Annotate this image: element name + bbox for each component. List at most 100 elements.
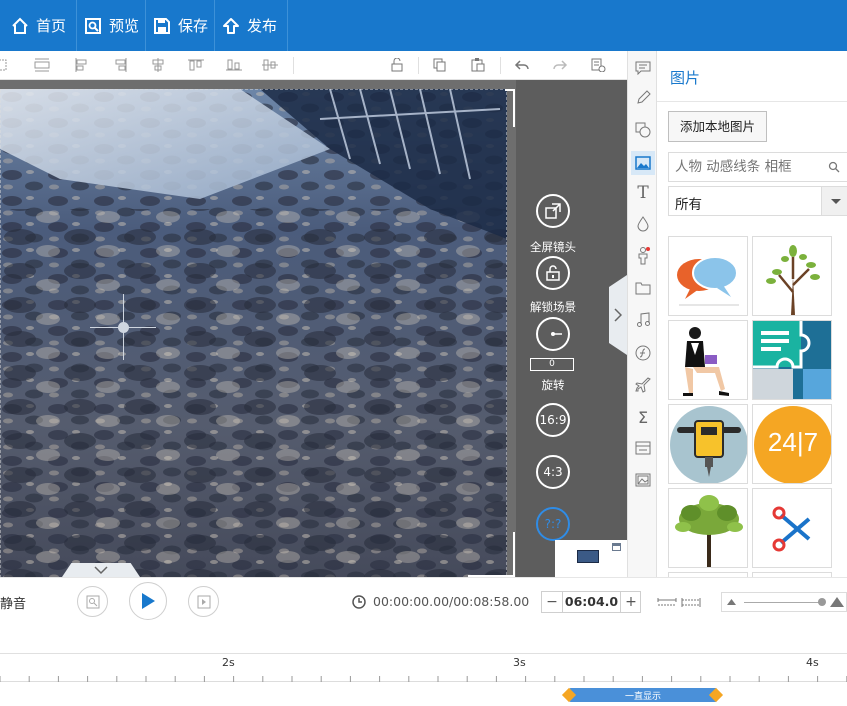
save-button[interactable]: 保存 (146, 0, 215, 51)
formula-icon[interactable] (634, 344, 652, 362)
image-thumb-businesswoman[interactable] (668, 320, 748, 400)
timeline-compress-icon[interactable] (657, 596, 677, 608)
music-icon[interactable] (634, 311, 652, 329)
character-icon[interactable] (634, 247, 652, 265)
redo-icon[interactable] (552, 58, 568, 72)
paste-icon[interactable] (470, 58, 486, 72)
image-search-input[interactable] (675, 158, 815, 176)
align-left-icon[interactable] (74, 58, 90, 72)
zoom-in-icon[interactable] (830, 597, 844, 607)
image-thumb-scissors[interactable] (752, 488, 832, 568)
category-select[interactable]: 所有 (668, 186, 847, 216)
timeline-zoom-slider[interactable] (721, 592, 847, 612)
image-thumb-speech-bubbles[interactable] (668, 236, 748, 316)
upload-icon (221, 16, 241, 36)
duration-value[interactable]: 06:04.0 (564, 594, 619, 609)
save-icon (152, 16, 172, 36)
mute-toggle[interactable]: 静音 (0, 593, 26, 612)
tree-icon (766, 245, 820, 315)
duration-increase-button[interactable]: + (620, 592, 641, 612)
category-select-value: 所有 (675, 197, 702, 213)
timeline-clip[interactable]: 一直显示 (569, 688, 717, 702)
align-middle-icon[interactable] (262, 58, 278, 72)
image-icon[interactable] (631, 151, 655, 175)
rotate-value[interactable]: 0 (530, 358, 574, 371)
ruler-ticks (0, 676, 847, 682)
copy-icon[interactable] (432, 58, 448, 72)
distribute-icon[interactable] (34, 58, 50, 72)
add-local-image-button[interactable]: 添加本地图片 (668, 111, 767, 142)
timeline-ruler: 2s 3s 4s (0, 654, 847, 682)
align-top-icon[interactable] (188, 58, 204, 72)
image-thumb-tree-green[interactable] (668, 488, 748, 568)
dropdown-toggle[interactable] (821, 187, 847, 215)
timeline-clip-label: 一直显示 (624, 692, 661, 702)
pencil-icon[interactable] (634, 89, 652, 107)
crosshair-center-handle[interactable] (118, 322, 129, 333)
next-scene-button[interactable] (188, 586, 219, 617)
leafy-tree-icon (675, 495, 743, 567)
align-right-icon[interactable] (112, 58, 128, 72)
play-icon (142, 593, 155, 609)
background-image-icon[interactable] (634, 471, 652, 489)
duration-stepper[interactable]: − 06:04.0 + (541, 591, 641, 613)
folder-icon[interactable] (634, 279, 652, 297)
speech-bubble-icon[interactable] (634, 59, 652, 77)
timeline-expand-icon[interactable] (681, 596, 701, 608)
publish-label: 发布 (247, 17, 278, 35)
tick-label-4s: 4s (806, 656, 819, 669)
undo-icon[interactable] (514, 58, 530, 72)
tick-label-2s: 2s (222, 656, 235, 669)
minimap-viewport (577, 550, 599, 563)
ratio-custom-button[interactable]: ?:? (536, 507, 570, 541)
duration-decrease-button[interactable]: − (542, 592, 563, 612)
jackhammer-icon (670, 406, 747, 483)
preview-label: 预览 (109, 17, 140, 35)
home-button[interactable]: 首页 (0, 0, 77, 51)
sum-icon[interactable]: Σ (634, 408, 652, 427)
rotate-dial[interactable] (536, 317, 570, 351)
zoom-slider-thumb[interactable] (818, 598, 826, 606)
align-bottom-icon[interactable] (226, 58, 242, 72)
image-thumb-puzzle[interactable] (752, 320, 832, 400)
collapse-timeline-button[interactable] (62, 563, 140, 577)
unlock-scene-button[interactable] (536, 256, 570, 290)
image-thumb-tree[interactable] (752, 236, 832, 316)
text-icon[interactable]: T (634, 183, 652, 203)
color-drop-icon[interactable] (634, 215, 652, 233)
image-search-box[interactable] (668, 152, 847, 182)
scene-minimap[interactable] (555, 540, 627, 577)
align-center-icon[interactable] (150, 58, 166, 72)
template-icon[interactable] (634, 439, 652, 457)
layer-settings-icon[interactable] (590, 58, 606, 72)
thumb-247-label: 24|7 (767, 427, 819, 457)
save-label: 保存 (178, 17, 209, 35)
preview-button[interactable]: 预览 (77, 0, 146, 51)
zoom-out-icon[interactable] (727, 599, 736, 605)
airplane-icon[interactable] (634, 376, 652, 394)
home-icon (10, 16, 30, 36)
scissors-icon (772, 506, 811, 552)
zoom-preview-button[interactable] (77, 586, 108, 617)
camera-controls: 全屏镜头 解锁场景 0 旋转 16:9 4:3 ?:? (516, 80, 627, 577)
fullscreen-camera-label: 全屏镜头 (530, 240, 576, 254)
shapes-icon[interactable] (634, 121, 652, 139)
image-thumb-247[interactable]: 24|7 (752, 404, 832, 484)
timeline[interactable]: 2s 3s 4s 一直显示 (0, 625, 847, 706)
ratio-16-9-button[interactable]: 16:9 (536, 403, 570, 437)
minimap-window-icon[interactable] (612, 543, 621, 551)
search-icon[interactable] (828, 161, 840, 173)
fullscreen-camera-button[interactable] (536, 194, 570, 228)
align-left-edge-icon[interactable] (0, 58, 10, 72)
ratio-4-3-label: 4:3 (543, 465, 563, 479)
publish-button[interactable]: 发布 (215, 0, 288, 51)
lock-icon[interactable] (389, 58, 405, 72)
ratio-4-3-button[interactable]: 4:3 (536, 455, 570, 489)
play-button[interactable] (129, 582, 167, 620)
image-thumb-jackhammer[interactable] (668, 404, 748, 484)
clock-icon (352, 595, 366, 609)
edit-toolbar (0, 51, 627, 80)
puzzle-icon (753, 321, 831, 399)
expand-panel-button[interactable] (609, 275, 627, 355)
preview-icon (83, 16, 103, 36)
